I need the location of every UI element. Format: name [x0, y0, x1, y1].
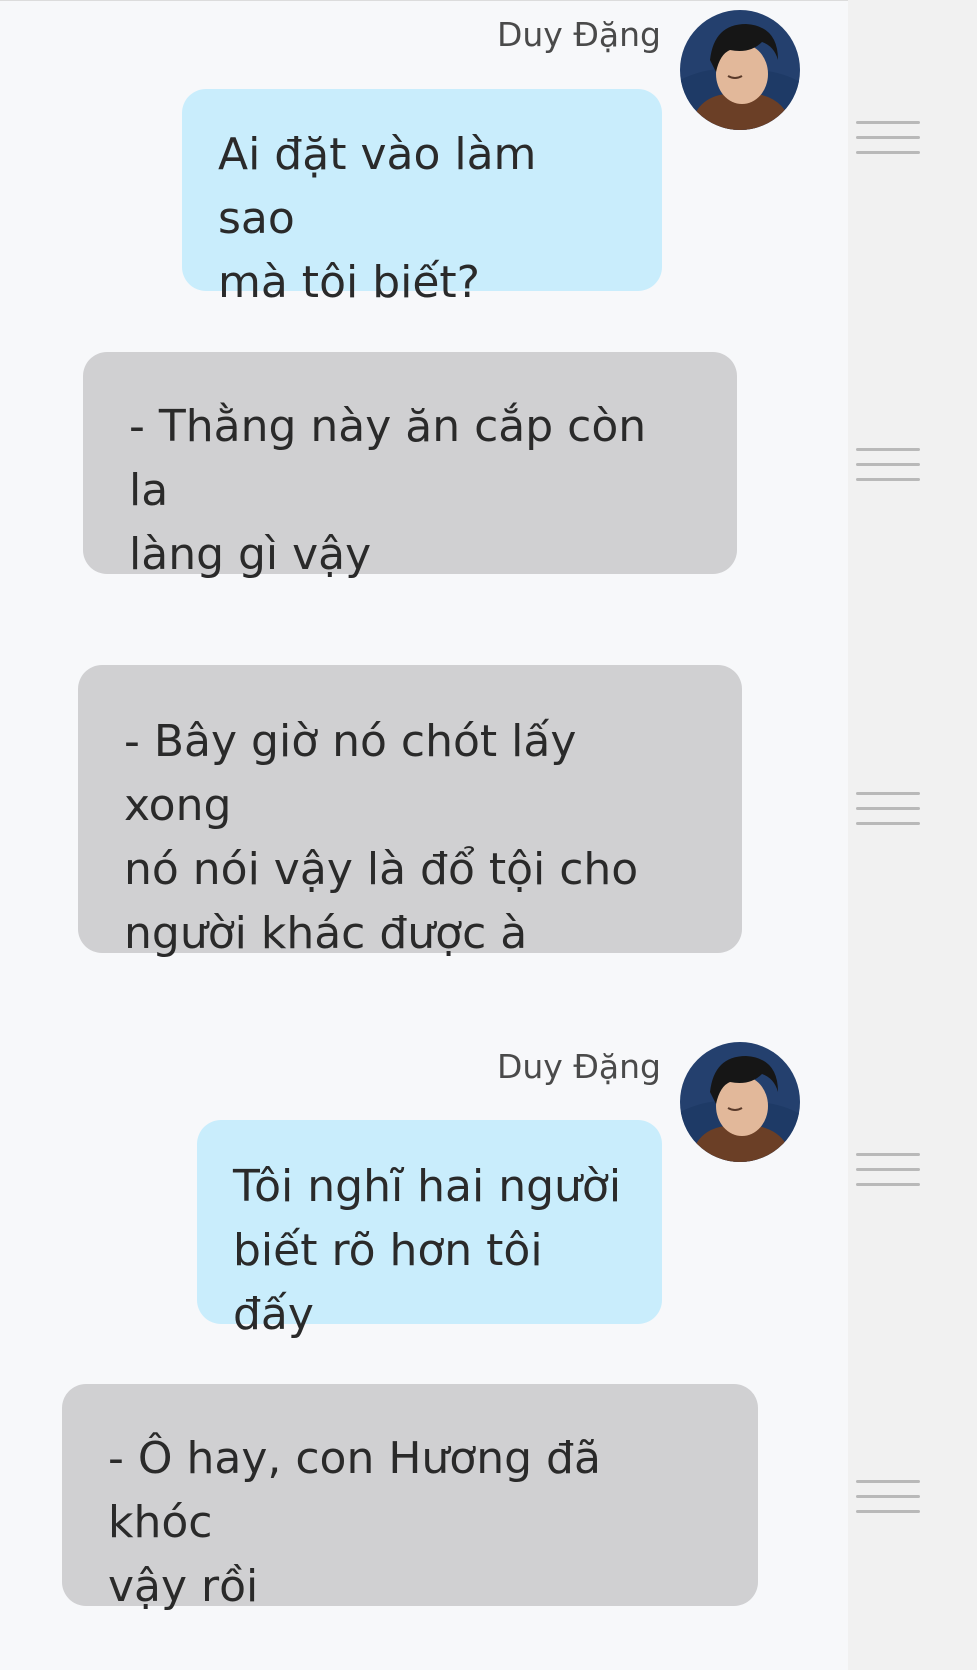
top-divider	[0, 0, 977, 1]
message-text: - Bây giờ nó chót lấy xong nó nói vậy là…	[124, 716, 639, 959]
message-menu-icon[interactable]	[856, 792, 920, 826]
message-bubble-outgoing[interactable]: Tôi nghĩ hai người biết rõ hơn tôi đấy	[197, 1120, 662, 1340]
message-menu-icon[interactable]	[856, 121, 920, 155]
sender-name: Duy Đặng	[496, 15, 661, 54]
message-menu-icon[interactable]	[856, 1153, 920, 1187]
side-panel	[848, 0, 977, 1670]
avatar[interactable]	[680, 10, 800, 130]
sender-name: Duy Đặng	[496, 1047, 661, 1086]
message-menu-icon[interactable]	[856, 448, 920, 482]
message-text: Tôi nghĩ hai người biết rõ hơn tôi đấy	[233, 1161, 622, 1340]
message-text: - Thằng này ăn cắp còn la làng gì vậy	[129, 401, 647, 580]
avatar[interactable]	[680, 1042, 800, 1162]
message-menu-icon[interactable]	[856, 1480, 920, 1514]
message-bubble-incoming[interactable]: - Ô hay, con Hương đã khóc vậy rồi	[62, 1384, 758, 1612]
avatar-photo-icon	[680, 1042, 800, 1162]
message-bubble-incoming[interactable]: - Bây giờ nó chót lấy xong nó nói vậy là…	[78, 665, 742, 959]
message-bubble-outgoing[interactable]: Ai đặt vào làm sao mà tôi biết?	[182, 89, 662, 308]
avatar-photo-icon	[680, 10, 800, 130]
message-text: - Ô hay, con Hương đã khóc vậy rồi	[108, 1433, 601, 1612]
message-bubble-incoming[interactable]: - Thằng này ăn cắp còn la làng gì vậy	[83, 352, 737, 580]
message-text: Ai đặt vào làm sao mà tôi biết?	[218, 129, 537, 308]
